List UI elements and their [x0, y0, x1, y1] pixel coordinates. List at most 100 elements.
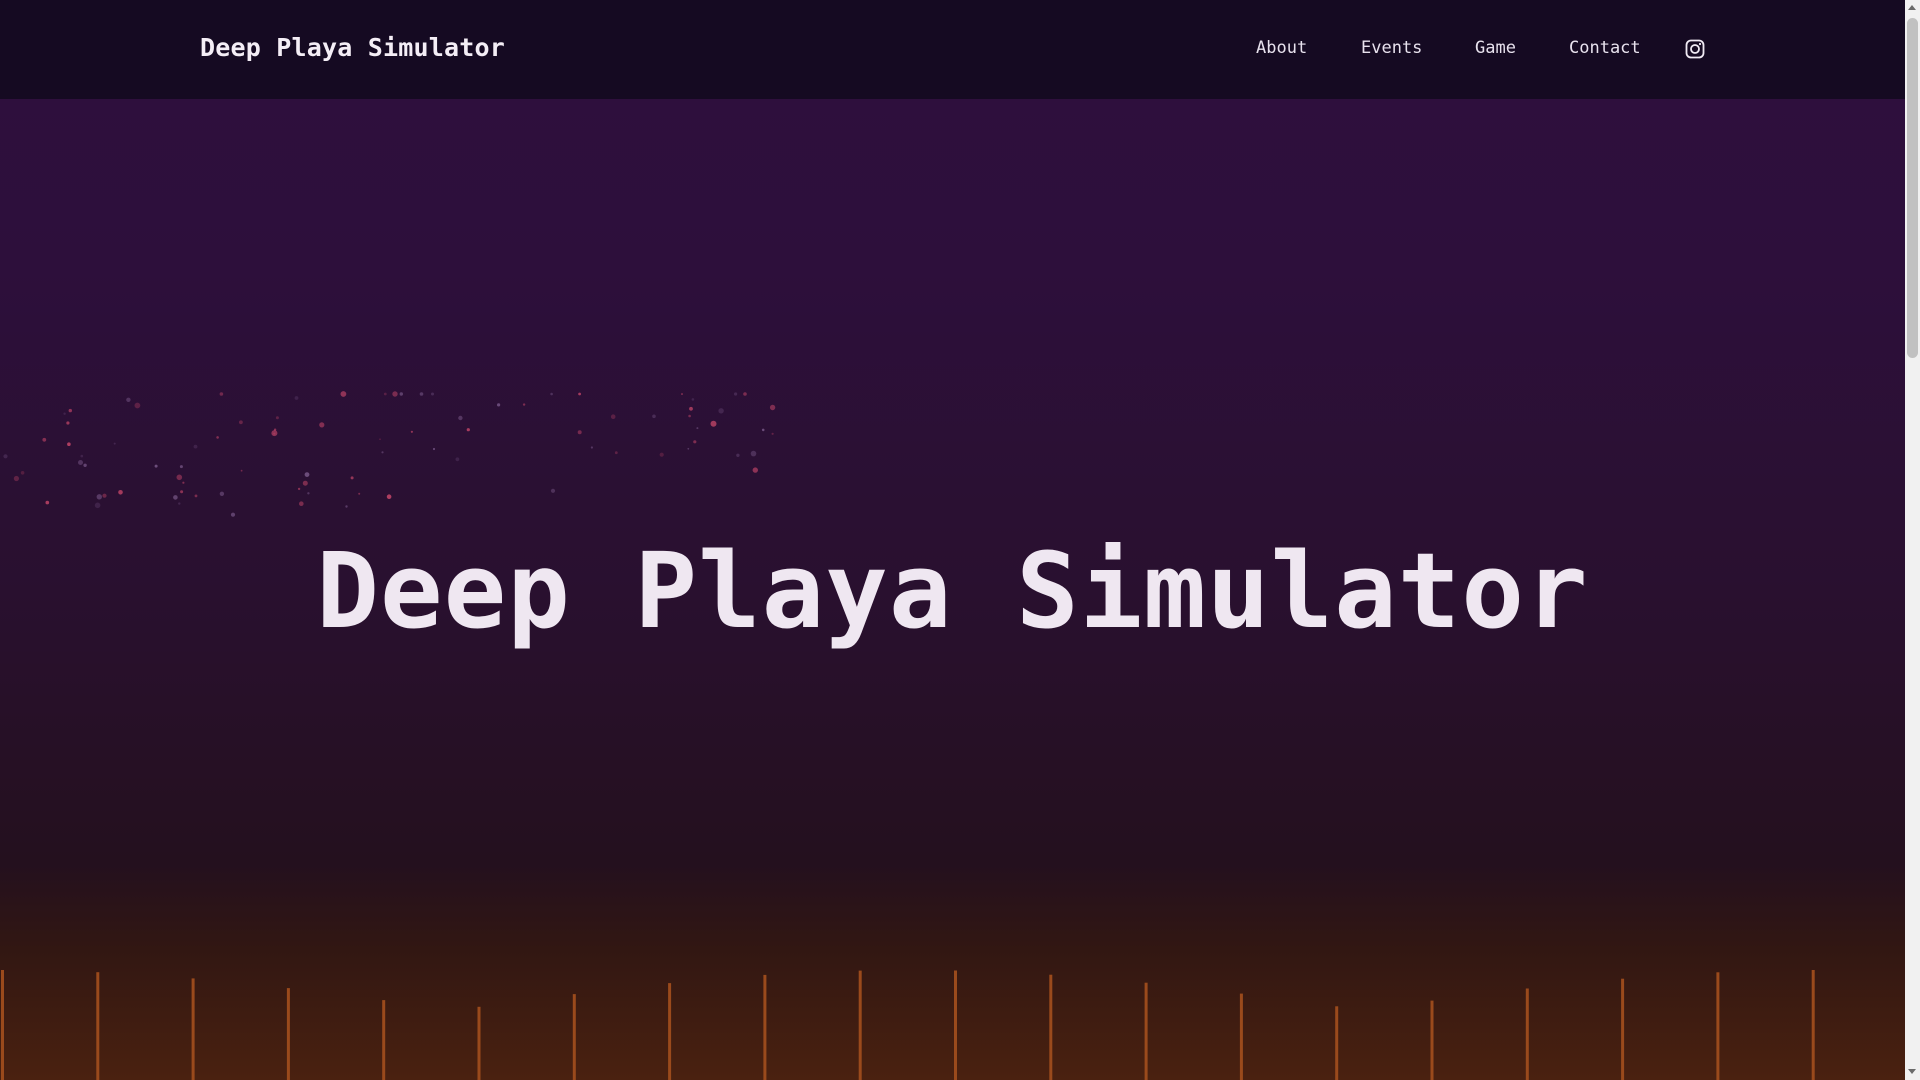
light-bar [1621, 978, 1625, 1080]
sparkle-dot [271, 430, 278, 437]
sparkle-dot [307, 492, 310, 495]
nav-game-link[interactable]: Game [1475, 38, 1516, 58]
sparkle-dot [134, 402, 141, 409]
sparkle-dot [297, 487, 301, 491]
sparkle-dot [577, 430, 582, 435]
sparkle-dot [614, 451, 618, 455]
sparkle-dot [410, 430, 413, 433]
light-bar [572, 994, 576, 1080]
sparkle-dot [340, 391, 347, 397]
light-bar [858, 970, 862, 1080]
sparkle-dot [45, 500, 50, 505]
sparkle-dot [550, 392, 553, 396]
sparkle-dot [219, 392, 224, 396]
sparkle-dot [67, 442, 71, 446]
sparkle-dot [173, 495, 178, 500]
light-bar [954, 970, 957, 1080]
sparkle-dot [219, 491, 225, 496]
sparkle-dot [718, 408, 724, 414]
sparkle-dot [345, 505, 348, 508]
sparkle-dot [693, 440, 697, 444]
sparkle-dot [154, 464, 158, 468]
sparkle-dot [419, 392, 424, 396]
sparkle-dot [458, 415, 463, 421]
sparkle-dot [431, 392, 434, 396]
light-bar [763, 974, 767, 1080]
light-bar [1525, 988, 1529, 1080]
sparkle-dot [66, 421, 70, 425]
sparkle-dot [180, 490, 184, 494]
scroll-thumb[interactable] [1907, 18, 1918, 358]
sparkle-dot [752, 467, 758, 473]
sparkle-dot [179, 465, 183, 469]
brand-logo-link[interactable]: Deep Playa Simulator [200, 33, 505, 62]
nav-about-link[interactable]: About [1256, 38, 1307, 58]
vertical-scrollbar[interactable] [1905, 0, 1920, 1080]
light-bar [382, 1000, 386, 1080]
sparkle-dot [113, 442, 116, 445]
instagram-icon[interactable] [1685, 39, 1705, 59]
sparkle-particles [3, 391, 776, 517]
nav-events-link[interactable]: Events [1361, 38, 1422, 58]
hero-title: Deep Playa Simulator [316, 529, 1589, 652]
sparkle-dot [240, 469, 243, 472]
sparkle-dot [736, 453, 740, 457]
sparkle-dot [178, 502, 181, 505]
sparkle-dot [652, 414, 656, 419]
sparkle-dot [299, 501, 304, 506]
sparkle-dot [743, 392, 747, 396]
sparkle-dot [239, 420, 243, 425]
sparkle-dot [687, 447, 690, 450]
sparkle-dot [63, 412, 66, 415]
sparkle-dot [659, 452, 664, 457]
sparkle-dot [681, 393, 683, 395]
sparkle-dot [688, 414, 691, 418]
sparkle-dot [193, 444, 198, 449]
sparkle-dot [68, 408, 73, 413]
sparkle-dot [550, 488, 556, 493]
light-bar [477, 1006, 481, 1080]
sparkle-dot [610, 414, 616, 419]
sparkle-dot [432, 447, 436, 451]
sparkle-dot [194, 494, 198, 498]
sparkle-dot [710, 420, 717, 427]
sparkle-dot [80, 454, 84, 458]
sparkle-dot [176, 474, 183, 481]
sparkle-dot [381, 451, 384, 454]
sparkle-dot [466, 428, 470, 432]
sparkle-dot [96, 494, 103, 500]
sparkle-dot [392, 391, 398, 397]
sparkle-dot [275, 416, 279, 420]
sparkle-dot [769, 404, 776, 411]
sparkle-dot [761, 428, 765, 432]
sparkle-dot [94, 502, 101, 509]
sparkle-dot [691, 398, 695, 401]
sparkle-dot [216, 436, 219, 439]
sparkle-dot [302, 480, 308, 486]
scroll-down-arrow-icon[interactable] [1908, 1069, 1916, 1074]
sparkle-dot [350, 476, 354, 480]
sparkle-dot [590, 446, 594, 449]
light-bar [1430, 1000, 1434, 1080]
light-bar [1239, 993, 1243, 1080]
sparkle-dot [386, 494, 392, 499]
sparkle-dot [750, 450, 757, 457]
sparkle-dot [497, 403, 501, 407]
sparkle-dot [522, 403, 526, 406]
light-bar [1049, 974, 1053, 1080]
light-bar [1335, 1006, 1339, 1080]
sparkle-dot [696, 427, 699, 430]
sparkle-dot [13, 475, 19, 482]
sparkle-dot [379, 438, 381, 440]
nav-contact-link[interactable]: Contact [1569, 38, 1641, 58]
light-bar [191, 978, 195, 1080]
sparkle-dot [102, 493, 107, 498]
light-bar [1, 970, 4, 1080]
sparkle-dot [230, 512, 236, 517]
sparkle-dot [83, 463, 87, 467]
sparkle-dot [3, 454, 8, 459]
sparkle-dot [304, 472, 310, 477]
scroll-up-arrow-icon[interactable] [1908, 5, 1916, 10]
sparkle-dot [182, 481, 185, 484]
page: Deep Playa Simulator About Events Game C… [0, 0, 1905, 1080]
